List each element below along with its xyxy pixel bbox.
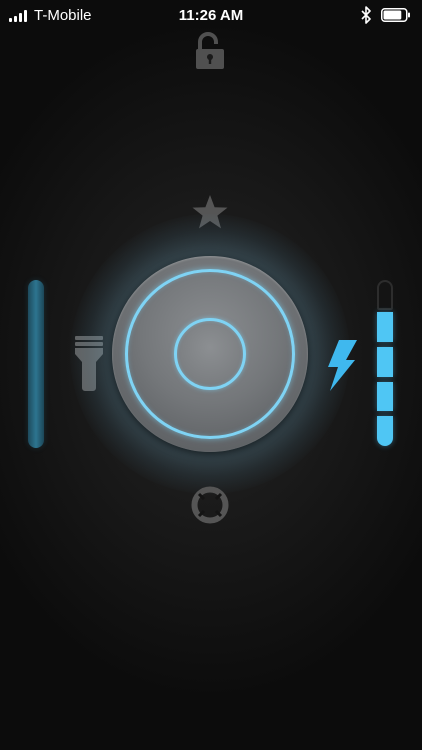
- battery-icon: [381, 8, 410, 22]
- lifebuoy-icon[interactable]: [191, 486, 229, 524]
- unlocked-padlock-icon[interactable]: [193, 32, 227, 70]
- power-inner-ring[interactable]: [174, 318, 246, 390]
- brightness-slider[interactable]: [28, 280, 44, 448]
- flashlight-screen: T-Mobile 11:26 AM: [0, 0, 422, 750]
- strobe-segment: [377, 416, 393, 446]
- strobe-level-meter[interactable]: [375, 280, 395, 448]
- strobe-segment: [377, 312, 393, 342]
- status-bar: T-Mobile 11:26 AM: [0, 0, 422, 32]
- strobe-segment: [377, 346, 393, 377]
- status-time: 11:26 AM: [178, 7, 244, 24]
- strobe-segment: [377, 381, 393, 412]
- lightning-bolt-icon[interactable]: [326, 338, 358, 392]
- strobe-meter-cap: [377, 280, 393, 310]
- bluetooth-icon: [361, 6, 371, 24]
